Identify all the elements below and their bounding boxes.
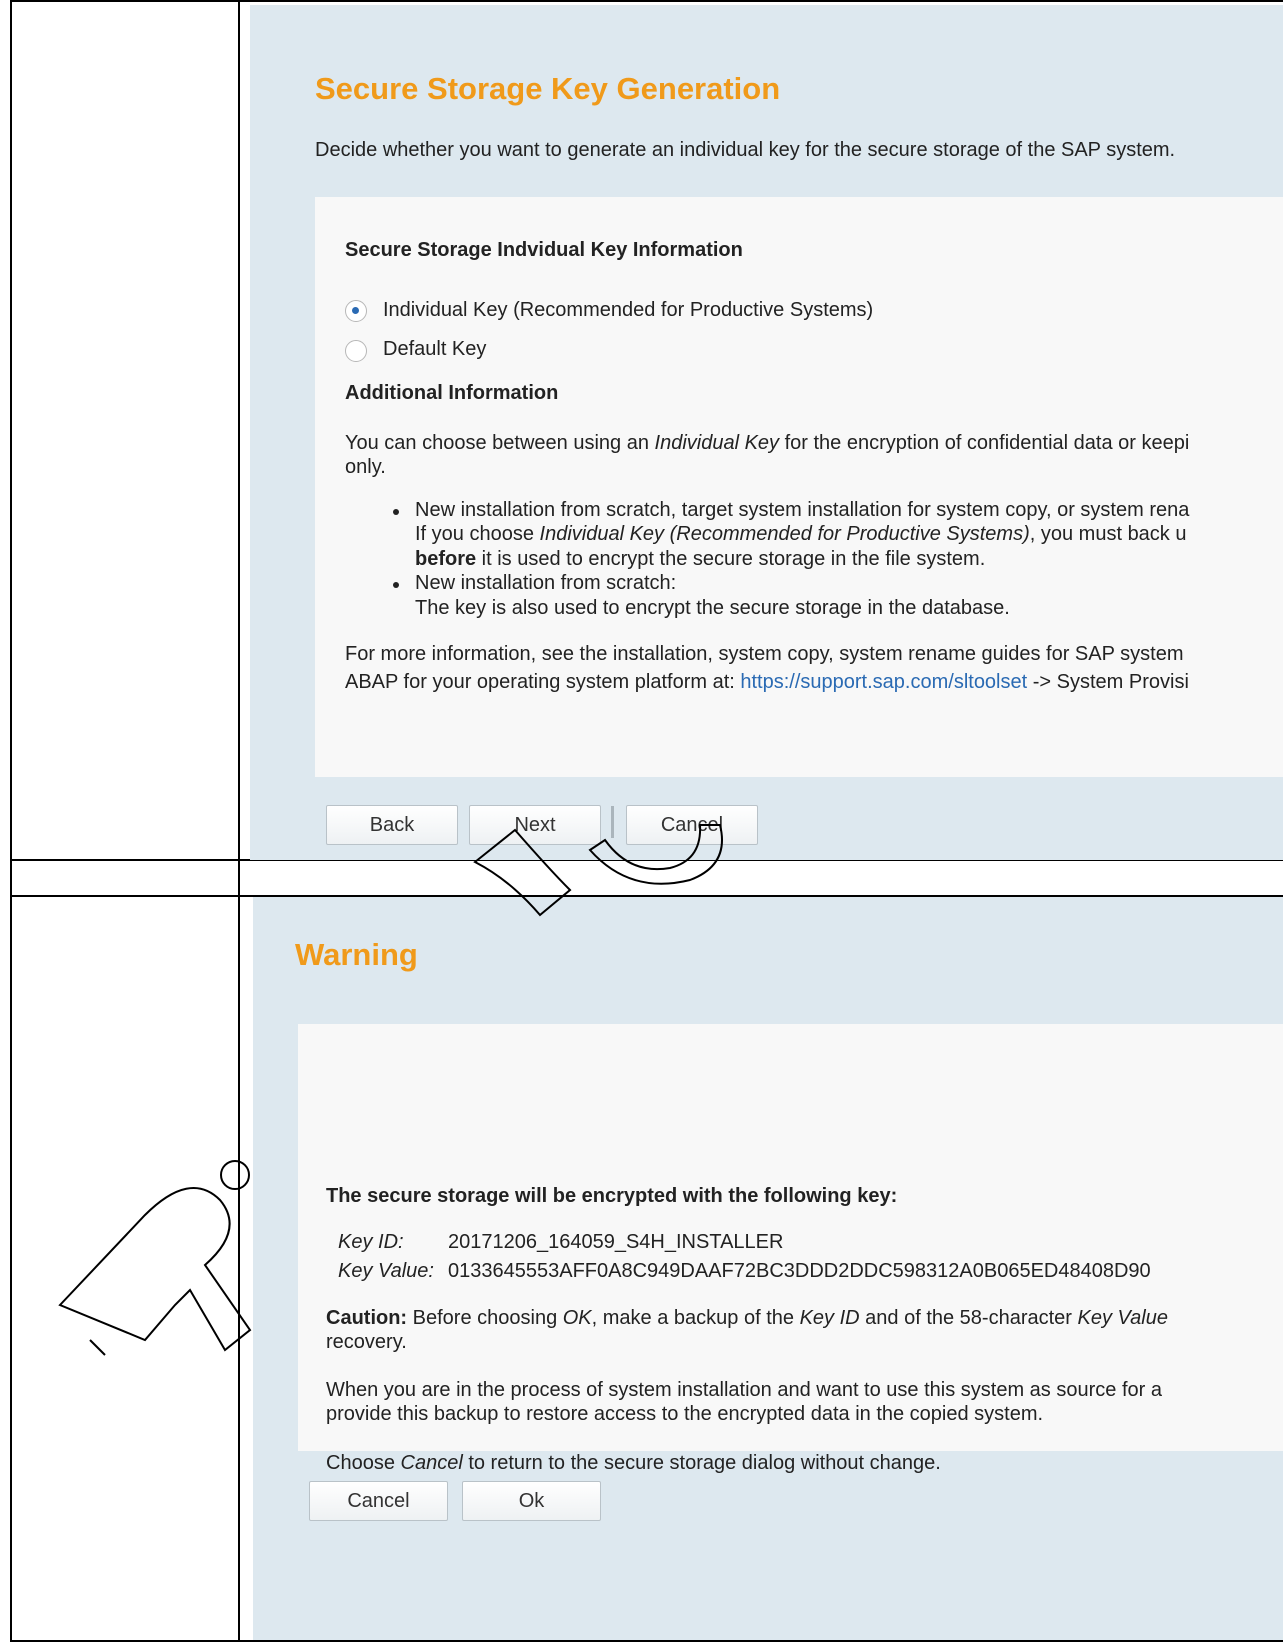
table-border-top [10, 0, 1283, 2]
table-border-left [10, 0, 12, 1642]
info-paragraph-line2: only. [345, 456, 386, 478]
default-key-label[interactable]: Default Key [383, 338, 486, 361]
ok-button[interactable]: Ok [462, 1481, 601, 1521]
intro-text: Decide whether you want to generate an i… [315, 139, 1176, 161]
page-title: Secure Storage Key Generation [315, 71, 781, 106]
bullet-marker [393, 582, 399, 588]
default-key-radio[interactable] [345, 340, 367, 362]
bullet-item: New installation from scratch: [415, 572, 677, 594]
bullet-item-line2: If you choose Individual Key (Recommende… [415, 523, 1187, 545]
more-info-text-line2: ABAP for your operating system platform … [345, 671, 1189, 693]
cancel-hint-text: Choose Cancel to return to the secure st… [326, 1452, 941, 1474]
bullet-item: New installation from scratch, target sy… [415, 499, 1190, 521]
additional-info-title: Additional Information [345, 382, 559, 404]
individual-key-radio[interactable] [345, 300, 367, 322]
bullet-item-line3: before it is used to encrypt the secure … [415, 548, 986, 570]
warning-cancel-button[interactable]: Cancel [309, 1481, 448, 1521]
bullet-item-line2: The key is also used to encrypt the secu… [415, 597, 1010, 619]
key-generation-screen: Secure Storage Key Generation Decide whe… [250, 5, 1283, 860]
sltoolset-link[interactable]: https://support.sap.com/sltoolset [740, 671, 1027, 693]
watermark-graphic [58, 824, 723, 1356]
bullet-marker [393, 509, 399, 515]
key-info-card: Secure Storage Indvidual Key Information… [315, 197, 1283, 777]
individual-key-label[interactable]: Individual Key (Recommended for Producti… [383, 299, 873, 322]
section-title: Secure Storage Indvidual Key Information [345, 239, 743, 261]
info-paragraph: You can choose between using an Individu… [345, 432, 1190, 454]
more-info-text: For more information, see the installati… [345, 643, 1184, 665]
